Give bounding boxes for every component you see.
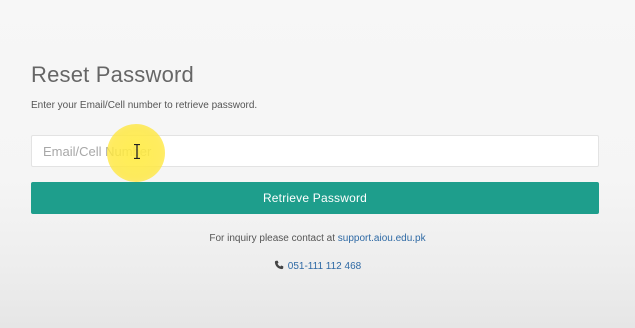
page-subtitle: Enter your Email/Cell number to retrieve… [31, 100, 258, 111]
retrieve-password-button[interactable]: Retrieve Password [31, 182, 599, 214]
reset-password-card: Reset Password Enter your Email/Cell num… [0, 0, 635, 328]
inquiry-text: For inquiry please contact at [209, 233, 335, 244]
phone-number[interactable]: 051-111 112 468 [288, 261, 361, 272]
support-link[interactable]: support.aiou.edu.pk [338, 233, 426, 244]
inquiry-line: For inquiry please contact at support.ai… [0, 233, 635, 244]
page-title: Reset Password [31, 62, 194, 87]
email-cell-input[interactable] [31, 135, 599, 167]
phone-line: 051-111 112 468 [0, 260, 635, 272]
phone-icon [274, 260, 284, 270]
